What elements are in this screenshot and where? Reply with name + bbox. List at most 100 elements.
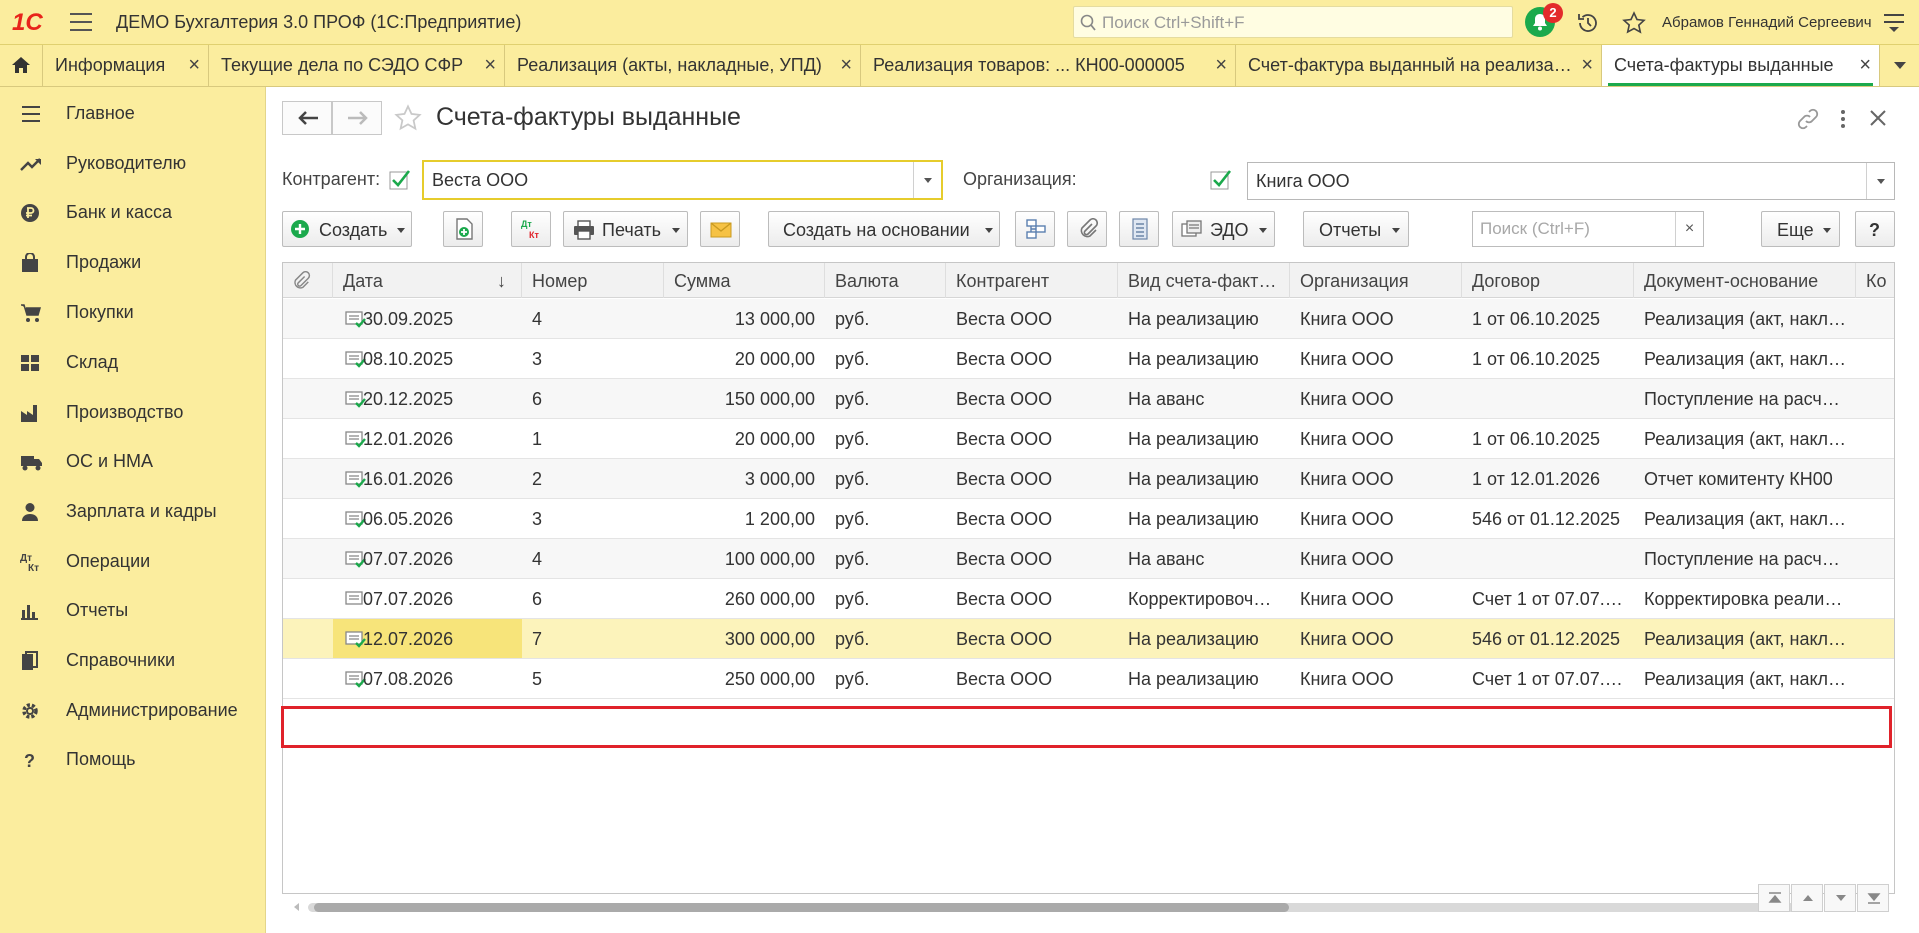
list-search-input[interactable] — [1473, 212, 1673, 246]
close-tab-icon[interactable]: × — [484, 54, 496, 77]
create-button[interactable]: Создать — [282, 211, 412, 247]
page-up-button[interactable] — [1791, 884, 1823, 912]
sidebar-item-bank[interactable]: Банк и касса — [0, 192, 265, 232]
table-row[interactable]: 07.07.2026 4 100 000,00 руб. Веста ООО На ава… — [283, 539, 1894, 579]
link-icon[interactable] — [1796, 107, 1820, 131]
counterparty-checkbox[interactable] — [389, 169, 411, 191]
column-header-counterparty[interactable]: Контрагент — [946, 263, 1118, 298]
back-button[interactable] — [282, 101, 332, 135]
warehouse-icon — [21, 355, 39, 371]
tab-info[interactable]: Информация × — [43, 45, 209, 86]
sidebar-item-manager[interactable]: Руководителю — [0, 143, 265, 183]
close-tab-icon[interactable]: × — [1859, 54, 1871, 77]
column-header-more[interactable]: Ко — [1856, 263, 1894, 298]
table-row[interactable]: 08.10.2025 3 20 000,00 руб. Веста ООО На реал… — [283, 339, 1894, 379]
help-button[interactable]: ? — [1855, 211, 1895, 247]
horizontal-scrollbar[interactable] — [288, 895, 1878, 917]
settings-menu-icon[interactable] — [1883, 12, 1905, 32]
column-header-number[interactable]: Номер — [522, 263, 664, 298]
close-tab-icon[interactable]: × — [840, 54, 852, 77]
close-tab-icon[interactable]: × — [1581, 54, 1593, 77]
journal-button[interactable] — [1119, 211, 1159, 247]
sidebar-item-warehouse[interactable]: Склад — [0, 342, 265, 382]
organization-dropdown-button[interactable] — [1866, 163, 1894, 199]
user-name[interactable]: Абрамов Геннадий Сергеевич — [1662, 14, 1872, 31]
close-tab-icon[interactable]: × — [188, 54, 200, 77]
go-to-first-button[interactable] — [1758, 884, 1790, 912]
sidebar-item-sales[interactable]: Продажи — [0, 242, 265, 282]
table-row[interactable]: 12.01.2026 1 20 000,00 руб. Веста ООО На реал… — [283, 419, 1894, 459]
main-menu-icon[interactable] — [70, 13, 92, 31]
column-header-organization[interactable]: Организация — [1290, 263, 1462, 298]
structure-button[interactable] — [1015, 211, 1055, 247]
column-header-attachments[interactable] — [283, 263, 333, 298]
organization-field[interactable]: Книга ООО — [1247, 162, 1895, 200]
dt-kt-button[interactable]: Дт Кт — [511, 211, 551, 247]
table-row[interactable]: 12.07.2026 7 300 000,00 руб. Веста ООО На реа… — [283, 619, 1894, 659]
favorite-star-icon[interactable] — [394, 104, 422, 132]
go-to-last-button[interactable] — [1857, 884, 1889, 912]
close-icon[interactable] — [1869, 109, 1887, 127]
tab-sales-doc[interactable]: Реализация товаров: ... КН00-000005 × — [861, 45, 1236, 86]
sidebar-item-purchases[interactable]: Покупки — [0, 292, 265, 332]
sidebar-item-reports[interactable]: Отчеты — [0, 590, 265, 630]
reports-button[interactable]: Отчеты — [1303, 211, 1409, 247]
attachments-button[interactable] — [1067, 211, 1107, 247]
clear-search-icon[interactable]: × — [1675, 212, 1703, 246]
sidebar-item-main[interactable]: Главное — [0, 93, 265, 133]
tab-invoices-issued[interactable]: Счета-фактуры выданные × — [1602, 45, 1880, 86]
sidebar-item-operations[interactable]: Дт Кт Операции — [0, 541, 265, 581]
cell-currency: руб. — [835, 429, 870, 449]
global-search-input[interactable]: Поиск Ctrl+Shift+F — [1073, 6, 1513, 38]
column-header-currency[interactable]: Валюта — [825, 263, 946, 298]
sidebar-item-help[interactable]: ? Помощь — [0, 739, 265, 779]
sidebar-item-assets[interactable]: ОС и НМА — [0, 441, 265, 481]
list-search-field[interactable]: × — [1472, 211, 1704, 247]
counterparty-dropdown-button[interactable] — [913, 162, 941, 198]
cell-sum: 1 200,00 — [744, 509, 815, 529]
edo-button[interactable]: ЭДО — [1172, 211, 1275, 247]
column-header-date[interactable]: Дата ↓ — [333, 263, 522, 298]
column-header-invoice-type[interactable]: Вид счета-фактуры — [1118, 263, 1290, 298]
table-row[interactable]: 30.09.2025 4 13 000,00 руб. Веста ООО На реал… — [283, 299, 1894, 339]
column-header-sum[interactable]: Сумма — [664, 263, 825, 298]
more-vertical-icon[interactable] — [1838, 107, 1848, 131]
favorites-star-icon[interactable] — [1622, 11, 1646, 35]
sidebar-item-admin[interactable]: Администрирование — [0, 690, 265, 730]
column-header-contract[interactable]: Договор — [1462, 263, 1634, 298]
home-tab[interactable] — [0, 45, 43, 86]
column-header-label: Ко — [1866, 271, 1887, 291]
history-icon[interactable] — [1576, 11, 1600, 35]
send-email-button[interactable] — [700, 211, 740, 247]
print-button[interactable]: Печать — [563, 211, 688, 247]
app-logo[interactable]: 1С — [12, 9, 43, 37]
sidebar-item-catalogs[interactable]: Справочники — [0, 640, 265, 680]
svg-text:?: ? — [24, 751, 35, 770]
scroll-left-icon[interactable] — [292, 902, 300, 912]
sidebar-item-production[interactable]: Производство — [0, 392, 265, 432]
page-down-button[interactable] — [1824, 884, 1856, 912]
scrollbar-thumb[interactable] — [314, 903, 1289, 912]
sidebar-item-label: Продажи — [66, 252, 142, 272]
column-header-base-document[interactable]: Документ-основание — [1634, 263, 1856, 298]
table-row[interactable]: 20.12.2025 6 150 000,00 руб. Веста ООО На ава… — [283, 379, 1894, 419]
create-based-on-button[interactable]: Создать на основании — [768, 211, 1000, 247]
close-tab-icon[interactable]: × — [1215, 54, 1227, 77]
forward-button[interactable] — [332, 101, 382, 135]
cell-base: Корректировка реализации — [1644, 589, 1847, 609]
copy-button[interactable] — [443, 211, 483, 247]
tabs-dropdown[interactable] — [1880, 45, 1919, 86]
cell-base: Реализация (акт, накладная, УПД) — [1644, 309, 1847, 329]
sidebar-item-salary[interactable]: Зарплата и кадры — [0, 491, 265, 531]
tab-invoice-doc[interactable]: Счет-фактура выданный на реализацию × — [1236, 45, 1602, 86]
add-document-icon — [456, 218, 473, 240]
table-row[interactable]: 07.08.2026 5 250 000,00 руб. Веста ООО На реа… — [283, 659, 1894, 699]
organization-checkbox[interactable] — [1210, 169, 1232, 191]
table-row[interactable]: 07.07.2026 6 260 000,00 руб. Веста ООО Коррек… — [283, 579, 1894, 619]
counterparty-field[interactable]: Веста ООО — [422, 160, 943, 200]
table-row[interactable]: 06.05.2026 3 1 200,00 руб. Веста ООО На реали… — [283, 499, 1894, 539]
table-row[interactable]: 16.01.2026 2 3 000,00 руб. Веста ООО На реали… — [283, 459, 1894, 499]
more-button[interactable]: Еще — [1761, 211, 1840, 247]
tab-sales-list[interactable]: Реализация (акты, накладные, УПД) × — [505, 45, 861, 86]
tab-sedo[interactable]: Текущие дела по СЭДО СФР × — [209, 45, 505, 86]
